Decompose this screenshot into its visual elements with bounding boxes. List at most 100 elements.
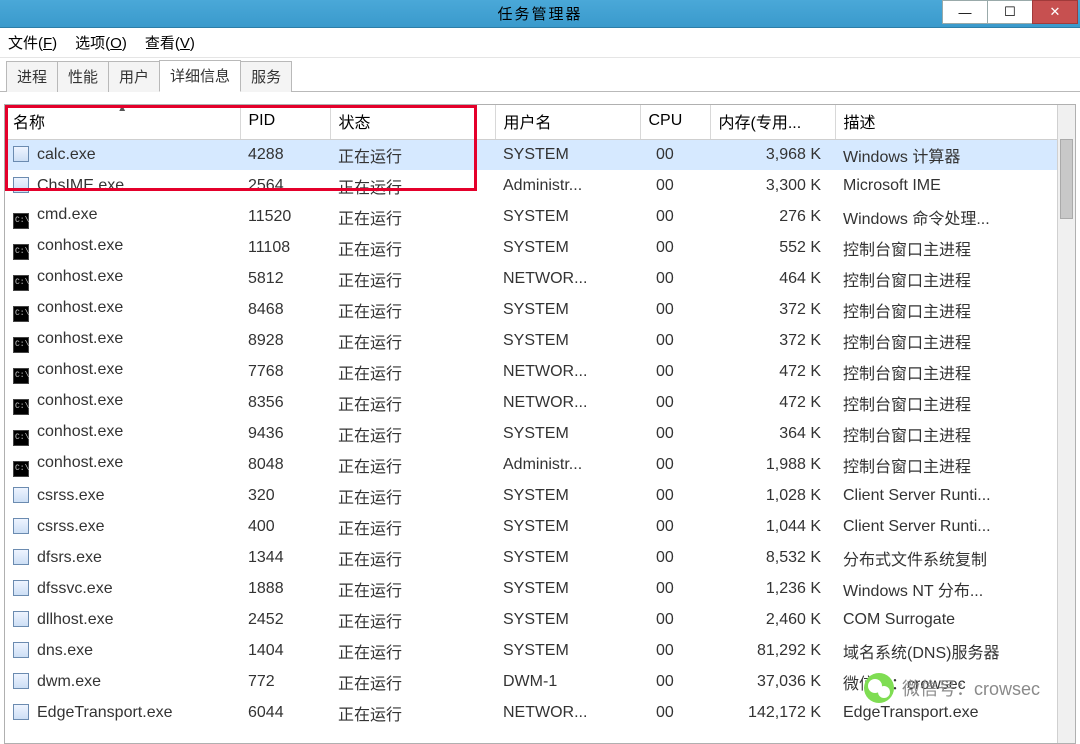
- menu-options[interactable]: 选项(O): [75, 32, 127, 53]
- cell-desc: 控制台窗口主进程: [835, 264, 1075, 295]
- cell-cpu: 00: [640, 605, 710, 636]
- tab-bar: 进程 性能 用户 详细信息 服务: [0, 58, 1080, 92]
- cell-status: 正在运行: [330, 171, 495, 202]
- cell-status: 正在运行: [330, 326, 495, 357]
- cell-user: SYSTEM: [495, 295, 640, 326]
- table-row[interactable]: dfsrs.exe1344正在运行SYSTEM008,532 K分布式文件系统复…: [5, 543, 1075, 574]
- cell-cpu: 00: [640, 512, 710, 543]
- cell-pid: 320: [240, 481, 330, 512]
- cell-user: SYSTEM: [495, 543, 640, 574]
- cell-name: calc.exe: [5, 140, 240, 171]
- cell-pid: 11520: [240, 202, 330, 233]
- table-row[interactable]: dfssvc.exe1888正在运行SYSTEM001,236 KWindows…: [5, 574, 1075, 605]
- col-pid[interactable]: PID: [240, 105, 330, 140]
- cell-desc: Client Server Runti...: [835, 481, 1075, 512]
- cell-pid: 8928: [240, 326, 330, 357]
- col-mem[interactable]: 内存(专用...: [710, 105, 835, 140]
- cell-cpu: 00: [640, 543, 710, 574]
- cell-name: conhost.exe: [5, 295, 240, 326]
- table-row[interactable]: csrss.exe400正在运行SYSTEM001,044 KClient Se…: [5, 512, 1075, 543]
- cell-user: SYSTEM: [495, 481, 640, 512]
- cell-cpu: 00: [640, 326, 710, 357]
- cell-desc: EdgeTransport.exe: [835, 698, 1075, 729]
- table-row[interactable]: csrss.exe320正在运行SYSTEM001,028 KClient Se…: [5, 481, 1075, 512]
- cell-mem: 3,968 K: [710, 140, 835, 171]
- cell-cpu: 00: [640, 450, 710, 481]
- table-row[interactable]: conhost.exe8356正在运行NETWOR...00472 K控制台窗口…: [5, 388, 1075, 419]
- cell-status: 正在运行: [330, 140, 495, 171]
- table-row[interactable]: conhost.exe11108正在运行SYSTEM00552 K控制台窗口主进…: [5, 233, 1075, 264]
- maximize-button[interactable]: ☐: [987, 0, 1033, 24]
- tab-details[interactable]: 详细信息: [159, 60, 241, 92]
- cell-cpu: 00: [640, 574, 710, 605]
- col-name[interactable]: ▲名称: [5, 105, 240, 140]
- cell-status: 正在运行: [330, 264, 495, 295]
- process-table-wrap: ▲名称 PID 状态 用户名 CPU 内存(专用... 描述 calc.exe4…: [4, 104, 1076, 744]
- cell-user: SYSTEM: [495, 512, 640, 543]
- table-row[interactable]: dwm.exe772正在运行DWM-10037,036 K微信号：crowsec: [5, 667, 1075, 698]
- cell-user: DWM-1: [495, 667, 640, 698]
- window-buttons: — ☐ ✕: [943, 0, 1078, 27]
- menu-bar: 文件(F) 选项(O) 查看(V): [0, 28, 1080, 58]
- cell-cpu: 00: [640, 233, 710, 264]
- cell-user: NETWOR...: [495, 264, 640, 295]
- table-row[interactable]: conhost.exe8928正在运行SYSTEM00372 K控制台窗口主进程: [5, 326, 1075, 357]
- col-cpu[interactable]: CPU: [640, 105, 710, 140]
- menu-file[interactable]: 文件(F): [8, 32, 57, 53]
- table-row[interactable]: conhost.exe8468正在运行SYSTEM00372 K控制台窗口主进程: [5, 295, 1075, 326]
- cell-mem: 1,236 K: [710, 574, 835, 605]
- cell-mem: 472 K: [710, 388, 835, 419]
- table-row[interactable]: conhost.exe7768正在运行NETWOR...00472 K控制台窗口…: [5, 357, 1075, 388]
- tab-users[interactable]: 用户: [108, 61, 160, 92]
- process-icon: [13, 580, 29, 596]
- cell-cpu: 00: [640, 698, 710, 729]
- cell-cpu: 00: [640, 202, 710, 233]
- col-user[interactable]: 用户名: [495, 105, 640, 140]
- table-row[interactable]: EdgeTransport.exe6044正在运行NETWOR...00142,…: [5, 698, 1075, 729]
- table-row[interactable]: dllhost.exe2452正在运行SYSTEM002,460 KCOM Su…: [5, 605, 1075, 636]
- cell-status: 正在运行: [330, 543, 495, 574]
- table-row[interactable]: ChsIME.exe2564正在运行Administr...003,300 KM…: [5, 171, 1075, 202]
- cell-pid: 4288: [240, 140, 330, 171]
- col-status[interactable]: 状态: [330, 105, 495, 140]
- cell-mem: 2,460 K: [710, 605, 835, 636]
- cell-pid: 2452: [240, 605, 330, 636]
- process-icon: [13, 611, 29, 627]
- table-row[interactable]: conhost.exe9436正在运行SYSTEM00364 K控制台窗口主进程: [5, 419, 1075, 450]
- col-desc[interactable]: 描述: [835, 105, 1075, 140]
- cell-user: SYSTEM: [495, 326, 640, 357]
- cell-pid: 11108: [240, 233, 330, 264]
- minimize-button[interactable]: —: [942, 0, 988, 24]
- table-row[interactable]: conhost.exe5812正在运行NETWOR...00464 K控制台窗口…: [5, 264, 1075, 295]
- tab-services[interactable]: 服务: [240, 61, 292, 92]
- cell-name: conhost.exe: [5, 233, 240, 264]
- cell-status: 正在运行: [330, 388, 495, 419]
- cell-name: conhost.exe: [5, 450, 240, 481]
- cell-status: 正在运行: [330, 667, 495, 698]
- cell-status: 正在运行: [330, 512, 495, 543]
- process-icon: [13, 177, 29, 193]
- window-title: 任务管理器: [497, 3, 582, 24]
- cell-desc: 域名系统(DNS)服务器: [835, 636, 1075, 667]
- window-titlebar: 任务管理器 — ☐ ✕: [0, 0, 1080, 28]
- process-icon: [13, 306, 29, 322]
- table-row[interactable]: calc.exe4288正在运行SYSTEM003,968 KWindows 计…: [5, 140, 1075, 171]
- cell-name: csrss.exe: [5, 512, 240, 543]
- cell-pid: 1344: [240, 543, 330, 574]
- vertical-scrollbar[interactable]: [1057, 105, 1075, 743]
- tab-processes[interactable]: 进程: [6, 61, 58, 92]
- table-row[interactable]: conhost.exe8048正在运行Administr...001,988 K…: [5, 450, 1075, 481]
- cell-user: Administr...: [495, 171, 640, 202]
- process-icon: [13, 244, 29, 260]
- tab-performance[interactable]: 性能: [57, 61, 109, 92]
- scrollbar-thumb[interactable]: [1060, 139, 1073, 219]
- cell-status: 正在运行: [330, 450, 495, 481]
- menu-view[interactable]: 查看(V): [145, 32, 195, 53]
- cell-cpu: 00: [640, 140, 710, 171]
- process-icon: [13, 399, 29, 415]
- table-row[interactable]: dns.exe1404正在运行SYSTEM0081,292 K域名系统(DNS)…: [5, 636, 1075, 667]
- table-row[interactable]: cmd.exe11520正在运行SYSTEM00276 KWindows 命令处…: [5, 202, 1075, 233]
- cell-desc: 微信号：crowsec: [835, 667, 1075, 698]
- cell-user: SYSTEM: [495, 419, 640, 450]
- close-button[interactable]: ✕: [1032, 0, 1078, 24]
